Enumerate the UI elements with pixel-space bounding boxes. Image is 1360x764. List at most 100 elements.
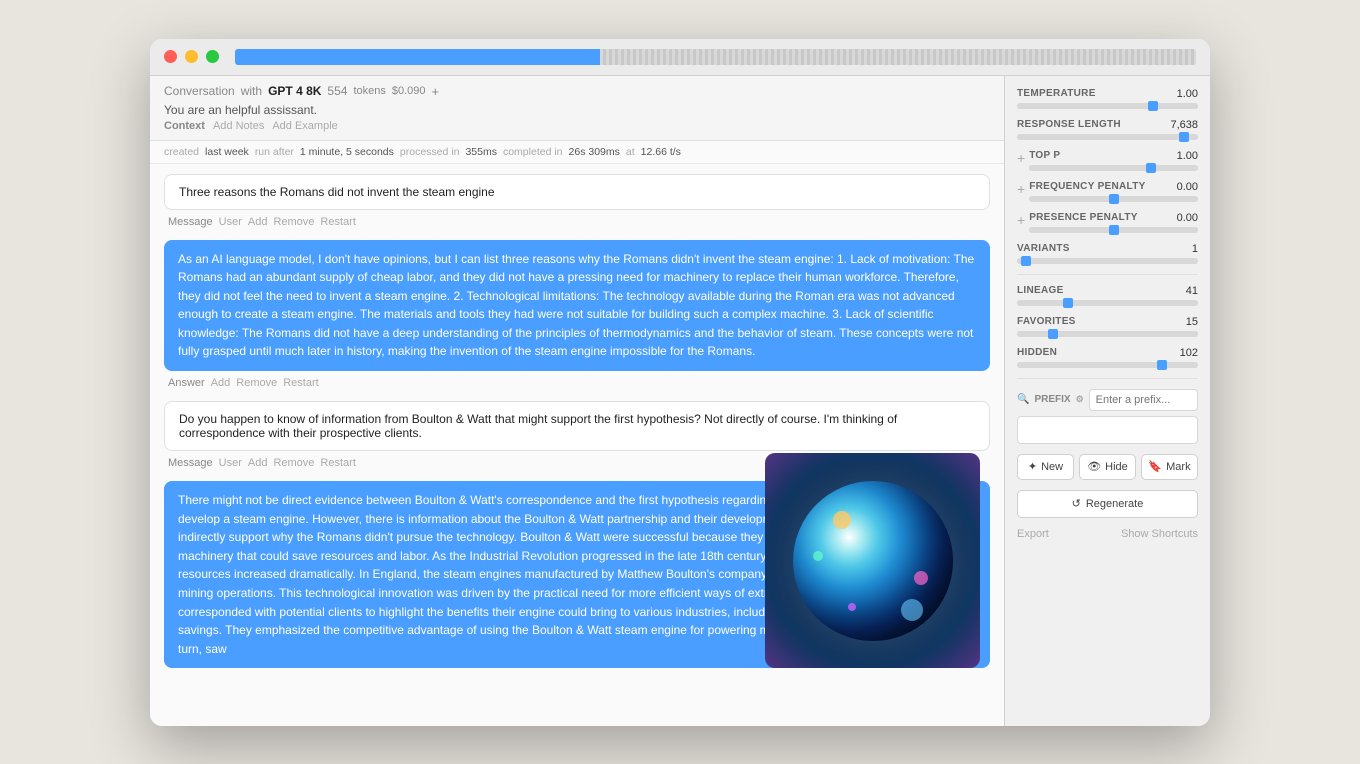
mark-icon: 🔖	[1148, 460, 1162, 473]
prefix-label: PREFIX	[1034, 394, 1070, 405]
completed-label: completed in	[503, 146, 563, 158]
temperature-slider[interactable]	[1017, 103, 1198, 109]
add-button[interactable]: +	[432, 84, 440, 99]
variants-header: VARIANTS 1	[1017, 243, 1198, 255]
msg1-restart[interactable]: Restart	[320, 216, 355, 228]
shortcuts-link[interactable]: Show Shortcuts	[1121, 528, 1198, 540]
chat-header: Conversation with GPT 4 8K 554 tokens $0…	[150, 76, 1004, 141]
app-window: Conversation with GPT 4 8K 554 tokens $0…	[150, 39, 1210, 726]
favorites-value: 15	[1186, 316, 1198, 328]
titlebar	[150, 39, 1210, 76]
frequency-penalty-slider[interactable]	[1029, 196, 1198, 202]
favorites-label: FAVORITES	[1017, 316, 1076, 327]
hide-button[interactable]: 👁 Hide	[1079, 454, 1136, 480]
hidden-label: HIDDEN	[1017, 347, 1057, 358]
top-p-plus[interactable]: +	[1017, 150, 1025, 166]
divider-1	[1017, 274, 1198, 275]
prefix-input[interactable]	[1089, 389, 1198, 411]
context-label: Context	[164, 120, 205, 132]
msg3-add[interactable]: Add	[248, 457, 268, 469]
lineage-thumb[interactable]	[1063, 298, 1073, 308]
response-length-param: RESPONSE LENGTH 7,638	[1017, 119, 1198, 140]
presence-penalty-slider[interactable]	[1029, 227, 1198, 233]
lineage-value: 41	[1186, 285, 1198, 297]
completed-value: 26s 309ms	[569, 146, 620, 158]
chat-meta-bar: created last week run after 1 minute, 5 …	[150, 141, 1004, 164]
export-row: Export Show Shortcuts	[1017, 528, 1198, 540]
regenerate-icon: ↺	[1072, 497, 1081, 510]
prefix-header: 🔍 PREFIX ⚙	[1017, 389, 1198, 411]
top-p-label: TOP P	[1029, 150, 1060, 161]
ans1-add[interactable]: Add	[211, 377, 231, 389]
frequency-penalty-label: FREQUENCY PENALTY	[1029, 181, 1145, 192]
temperature-thumb[interactable]	[1148, 101, 1158, 111]
frequency-penalty-thumb[interactable]	[1109, 194, 1119, 204]
presence-penalty-plus[interactable]: +	[1017, 212, 1025, 228]
temperature-param: TEMPERATURE 1.00	[1017, 88, 1198, 109]
ans1-restart[interactable]: Restart	[283, 377, 318, 389]
minimize-button[interactable]	[185, 50, 198, 63]
user-message-text-2: Do you happen to know of information fro…	[179, 412, 897, 440]
hidden-thumb[interactable]	[1157, 360, 1167, 370]
new-label: New	[1041, 461, 1063, 473]
hidden-slider[interactable]	[1017, 362, 1198, 368]
msg1-add[interactable]: Add	[248, 216, 268, 228]
speed-value: 12.66 t/s	[641, 146, 681, 158]
divider-2	[1017, 378, 1198, 379]
presence-penalty-thumb[interactable]	[1109, 225, 1119, 235]
top-p-header: TOP P 1.00	[1029, 150, 1198, 162]
msg1-remove[interactable]: Remove	[273, 216, 314, 228]
action-buttons: ✦ New 👁 Hide 🔖 Mark	[1017, 454, 1198, 480]
settings-sidebar: TEMPERATURE 1.00 RESPONSE LENGTH 7,638	[1005, 76, 1210, 726]
msg3-restart[interactable]: Restart	[320, 457, 355, 469]
system-prompt[interactable]: You are an helpful assissant.	[164, 103, 990, 117]
variants-slider[interactable]	[1017, 258, 1198, 264]
message-meta-1: Message User Add Remove Restart	[164, 214, 990, 230]
response-length-slider[interactable]	[1017, 134, 1198, 140]
presence-penalty-param: PRESENCE PENALTY 0.00	[1029, 212, 1198, 233]
export-link[interactable]: Export	[1017, 528, 1049, 540]
assistant-message-1: As an AI language model, I don't have op…	[164, 240, 990, 372]
mark-label: Mark	[1166, 461, 1190, 473]
ans1-remove[interactable]: Remove	[236, 377, 277, 389]
top-p-thumb[interactable]	[1146, 163, 1156, 173]
processed-value: 355ms	[465, 146, 497, 158]
favorites-thumb[interactable]	[1048, 329, 1058, 339]
maximize-button[interactable]	[206, 50, 219, 63]
favorites-header: FAVORITES 15	[1017, 316, 1198, 328]
chat-messages[interactable]: Three reasons the Romans did not invent …	[150, 164, 1004, 726]
response-length-fill	[1017, 134, 1198, 140]
favorites-slider[interactable]	[1017, 331, 1198, 337]
add-example-link[interactable]: Add Example	[272, 120, 337, 132]
top-p-row: + TOP P 1.00	[1017, 150, 1198, 171]
temperature-fill	[1017, 103, 1198, 109]
message-block-2: As an AI language model, I don't have op…	[164, 240, 990, 392]
response-length-header: RESPONSE LENGTH 7,638	[1017, 119, 1198, 131]
top-p-slider[interactable]	[1029, 165, 1198, 171]
prefix-settings-icon: ⚙	[1076, 394, 1084, 405]
hidden-param: HIDDEN 102	[1017, 347, 1198, 368]
mark-button[interactable]: 🔖 Mark	[1141, 454, 1198, 480]
progress-bar	[235, 49, 1196, 65]
msg3-remove[interactable]: Remove	[273, 457, 314, 469]
response-length-thumb[interactable]	[1179, 132, 1189, 142]
new-button[interactable]: ✦ New	[1017, 454, 1074, 480]
add-notes-link[interactable]: Add Notes	[213, 120, 264, 132]
answer-label-1: Answer	[168, 377, 205, 389]
regenerate-button[interactable]: ↺ Regenerate	[1017, 490, 1198, 518]
created-time: last week	[205, 146, 249, 158]
processed-label: processed in	[400, 146, 460, 158]
meta-user-3: User	[219, 457, 242, 469]
run-after-label: run after	[255, 146, 294, 158]
tokens-count: 554	[327, 84, 347, 98]
variants-fill	[1017, 258, 1198, 264]
close-button[interactable]	[164, 50, 177, 63]
temperature-label: TEMPERATURE	[1017, 88, 1096, 99]
progress-stripes	[600, 49, 1196, 65]
frequency-penalty-plus[interactable]: +	[1017, 181, 1025, 197]
ai-image-overlay	[765, 453, 980, 668]
response-length-value: 7,638	[1170, 119, 1198, 131]
model-badge[interactable]: GPT 4 8K	[268, 84, 321, 98]
variants-thumb[interactable]	[1021, 256, 1031, 266]
lineage-slider[interactable]	[1017, 300, 1198, 306]
